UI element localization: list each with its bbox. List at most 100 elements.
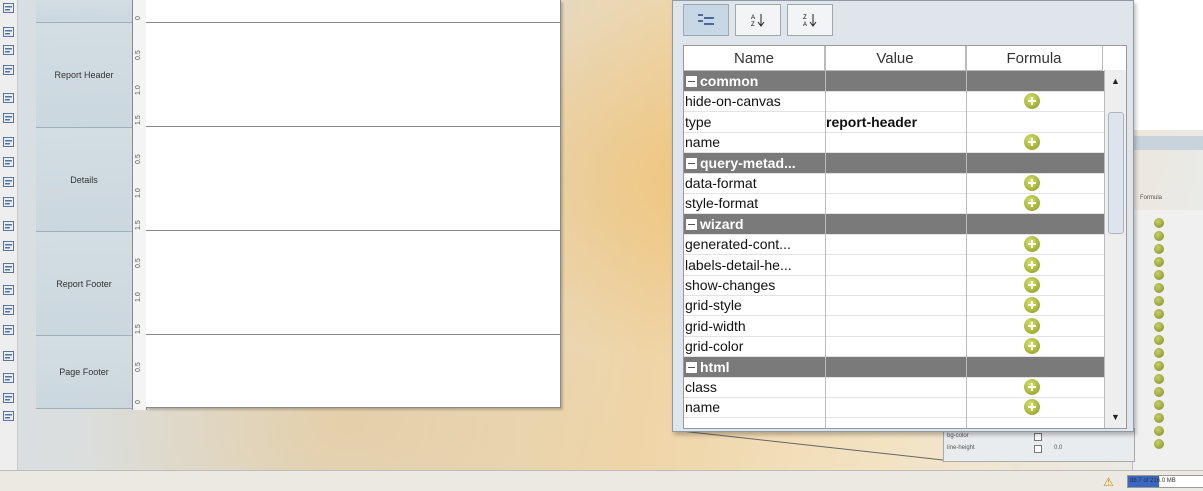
collapse-icon[interactable] [686, 361, 697, 373]
resource-tool-icon[interactable] [2, 284, 15, 296]
property-row[interactable]: name [684, 132, 1104, 154]
number-field-tool-icon[interactable] [2, 44, 15, 56]
collapse-icon[interactable] [686, 218, 697, 230]
property-value[interactable] [826, 91, 964, 111]
property-row[interactable]: class [684, 377, 1104, 398]
property-value[interactable]: report-header [826, 112, 964, 132]
image-tool-icon[interactable] [2, 92, 15, 104]
add-formula-icon[interactable] [1024, 134, 1040, 151]
add-formula-icon[interactable] [1024, 379, 1040, 395]
message-tool-icon[interactable] [2, 324, 15, 336]
memory-indicator[interactable]: 88.7 of 216.0 MB [1127, 475, 1203, 488]
add-formula-icon[interactable] [1024, 317, 1040, 334]
date-field-tool-icon[interactable] [2, 64, 15, 76]
survey-tool-icon[interactable] [2, 392, 15, 404]
add-formula-icon[interactable] [1154, 270, 1164, 280]
property-row[interactable]: grid-width [684, 316, 1104, 337]
property-row[interactable]: name [684, 397, 1104, 419]
property-value[interactable] [826, 377, 964, 397]
add-formula-icon[interactable] [1154, 296, 1164, 306]
add-formula-icon[interactable] [1024, 277, 1040, 293]
line-tool-icon[interactable] [2, 220, 15, 232]
scroll-down-icon[interactable]: ▼ [1105, 408, 1126, 426]
add-formula-icon[interactable] [1024, 236, 1040, 253]
sort-descending-button[interactable]: ZA [787, 4, 833, 36]
property-group-row[interactable]: query-metad... [684, 152, 1104, 174]
column-header-value[interactable]: Value [825, 46, 966, 71]
subreport-tool-icon[interactable] [2, 196, 15, 208]
checkbox[interactable] [1034, 433, 1042, 441]
label-tool-icon[interactable] [2, 2, 15, 14]
add-formula-icon[interactable] [1024, 297, 1040, 314]
band-tool-icon[interactable] [2, 176, 15, 188]
add-formula-icon[interactable] [1154, 439, 1164, 449]
chart-tool-icon[interactable] [2, 112, 15, 124]
band-report-header[interactable]: Report Header [36, 23, 132, 128]
scroll-thumb[interactable] [1108, 112, 1124, 234]
property-row[interactable]: hide-on-canvas [684, 91, 1104, 113]
add-formula-icon[interactable] [1154, 322, 1164, 332]
property-value[interactable] [826, 132, 964, 152]
add-formula-icon[interactable] [1024, 256, 1040, 273]
property-value[interactable] [826, 173, 964, 193]
collapse-icon[interactable] [686, 157, 697, 169]
property-value[interactable] [826, 397, 964, 417]
column-header-name[interactable]: Name [684, 46, 825, 71]
add-formula-icon[interactable] [1154, 348, 1164, 358]
band-page-footer[interactable]: Page Footer [36, 336, 132, 409]
property-group-row[interactable]: html [684, 356, 1104, 378]
add-formula-icon[interactable] [1024, 175, 1040, 191]
property-value[interactable] [826, 255, 964, 275]
add-formula-icon[interactable] [1154, 283, 1164, 293]
property-row[interactable]: generated-cont... [684, 234, 1104, 256]
resource-field-tool-icon[interactable] [2, 304, 15, 316]
property-row[interactable]: grid-color [684, 336, 1104, 358]
add-formula-icon[interactable] [1024, 399, 1040, 416]
property-group-row[interactable]: common [684, 71, 1104, 92]
add-formula-icon[interactable] [1154, 426, 1164, 436]
barcode-tool-icon[interactable] [2, 240, 15, 252]
property-value[interactable] [826, 316, 964, 336]
vertical-scrollbar[interactable]: ▲ ▼ [1104, 70, 1126, 428]
add-formula-icon[interactable] [1154, 361, 1164, 371]
report-canvas[interactable] [146, 0, 561, 408]
sort-ascending-button[interactable]: AZ [735, 4, 781, 36]
horizontal-line-tool-icon[interactable] [2, 350, 15, 362]
document-tool-icon[interactable] [2, 410, 15, 422]
vertical-line-tool-icon[interactable] [2, 372, 15, 384]
scroll-up-icon[interactable]: ▲ [1105, 72, 1126, 90]
categorized-view-button[interactable] [683, 4, 729, 36]
column-header-formula[interactable]: Formula [966, 46, 1103, 71]
rectangle-tool-icon[interactable] [2, 156, 15, 168]
property-row[interactable]: grid-style [684, 295, 1104, 317]
property-value[interactable] [826, 295, 964, 315]
checkbox[interactable] [1034, 445, 1042, 453]
add-formula-icon[interactable] [1154, 257, 1164, 267]
property-row[interactable]: type report-header [684, 112, 1104, 133]
add-formula-icon[interactable] [1154, 309, 1164, 319]
property-value[interactable] [826, 234, 964, 254]
add-formula-icon[interactable] [1024, 195, 1040, 212]
add-formula-icon[interactable] [1154, 244, 1164, 254]
property-value[interactable] [826, 193, 964, 213]
add-formula-icon[interactable] [1024, 93, 1040, 110]
property-row[interactable]: labels-detail-he... [684, 255, 1104, 276]
warning-icon[interactable]: ⚠ [1103, 475, 1114, 489]
property-value[interactable] [826, 275, 964, 295]
add-formula-icon[interactable] [1154, 374, 1164, 384]
collapse-icon[interactable] [686, 76, 697, 87]
add-formula-icon[interactable] [1154, 231, 1164, 241]
property-group-row[interactable]: wizard [684, 213, 1104, 235]
add-formula-icon[interactable] [1154, 400, 1164, 410]
add-formula-icon[interactable] [1154, 335, 1164, 345]
add-formula-icon[interactable] [1024, 338, 1040, 355]
add-formula-icon[interactable] [1154, 218, 1164, 228]
property-row[interactable]: data-format [684, 173, 1104, 194]
text-field-tool-icon[interactable] [2, 26, 15, 38]
image-field-tool-icon[interactable] [2, 262, 15, 274]
band-report-footer[interactable]: Report Footer [36, 232, 132, 336]
band-details[interactable]: Details [36, 128, 132, 232]
property-row[interactable]: style-format [684, 193, 1104, 215]
property-value[interactable] [826, 336, 964, 356]
add-formula-icon[interactable] [1154, 413, 1164, 423]
